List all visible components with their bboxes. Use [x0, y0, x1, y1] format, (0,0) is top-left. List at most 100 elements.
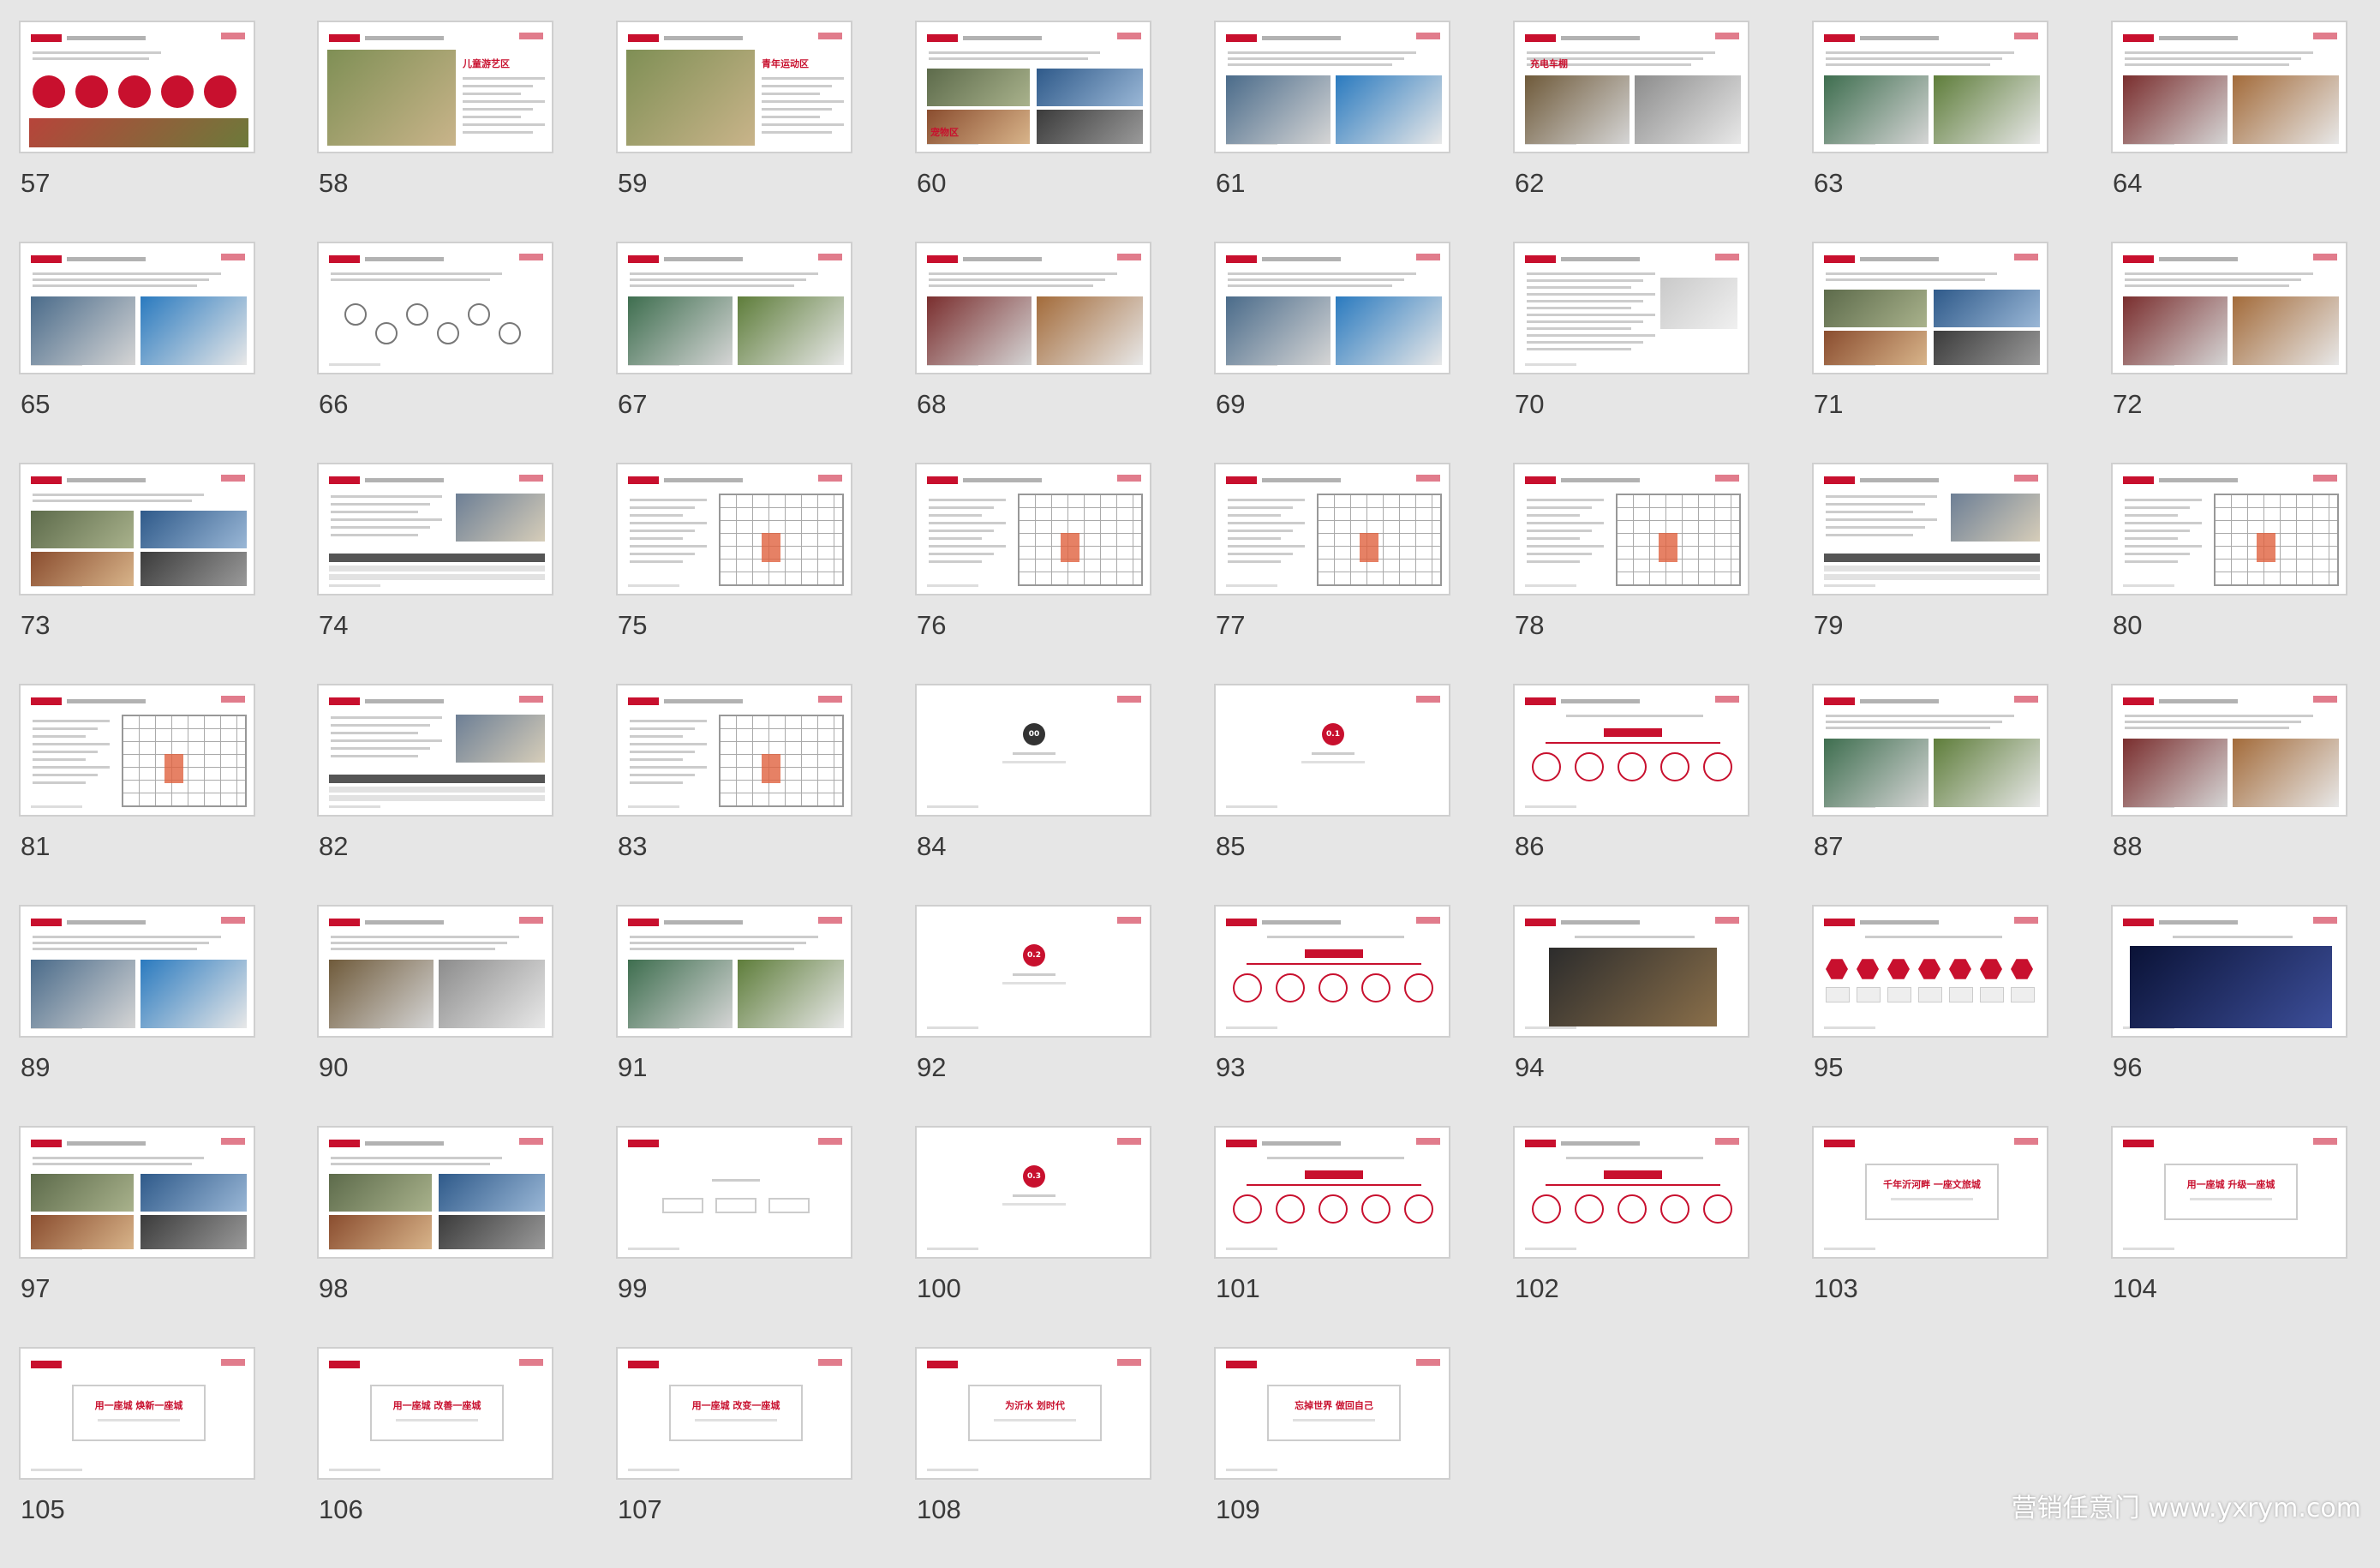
slide-cell[interactable]: 61 — [1214, 21, 1454, 242]
slide-thumbnail[interactable] — [616, 684, 852, 817]
slide-cell[interactable]: 81 — [19, 684, 259, 905]
slide-thumbnail[interactable] — [1812, 463, 2048, 595]
slide-cell[interactable]: 77 — [1214, 463, 1454, 684]
slide-thumbnail[interactable] — [317, 463, 553, 595]
slide-cell[interactable]: 102 — [1513, 1126, 1753, 1347]
slide-thumbnail[interactable]: 儿童游艺区 — [317, 21, 553, 153]
slide-thumbnail[interactable] — [2111, 242, 2347, 374]
slide-thumbnail[interactable] — [2111, 684, 2347, 817]
slide-thumbnail[interactable] — [1513, 684, 1749, 817]
slide-thumbnail[interactable] — [915, 463, 1151, 595]
slide-cell[interactable]: 为沂水 划时代 108 — [915, 1347, 1155, 1568]
slide-thumbnail[interactable]: 千年沂河畔 一座文旅城 — [1812, 1126, 2048, 1259]
slide-thumbnail[interactable] — [616, 463, 852, 595]
slide-cell[interactable]: 用一座城 改变一座城 107 — [616, 1347, 856, 1568]
slide-cell[interactable]: 75 — [616, 463, 856, 684]
slide-thumbnail[interactable]: 青年运动区 — [616, 21, 852, 153]
slide-thumbnail[interactable] — [19, 684, 255, 817]
slide-thumbnail[interactable] — [2111, 463, 2347, 595]
slide-thumbnail[interactable] — [19, 1126, 255, 1259]
slide-cell[interactable]: 80 — [2111, 463, 2351, 684]
slide-cell[interactable]: 0.3 100 — [915, 1126, 1155, 1347]
slide-cell[interactable]: 用一座城 升级一座城 104 — [2111, 1126, 2351, 1347]
slide-thumbnail[interactable] — [1513, 242, 1749, 374]
slide-cell[interactable]: 用一座城 改善一座城 106 — [317, 1347, 557, 1568]
slide-thumbnail[interactable]: 0.2 — [915, 905, 1151, 1038]
slide-cell[interactable]: 忘掉世界 做回自己 109 — [1214, 1347, 1454, 1568]
slide-cell[interactable]: 千年沂河畔 一座文旅城 103 — [1812, 1126, 2052, 1347]
slide-cell[interactable]: 86 — [1513, 684, 1753, 905]
slide-thumbnail[interactable] — [19, 905, 255, 1038]
slide-cell[interactable]: 68 — [915, 242, 1155, 463]
slide-thumbnail[interactable]: 00 — [915, 684, 1151, 817]
slide-thumbnail[interactable] — [1214, 242, 1450, 374]
slide-cell[interactable]: 88 — [2111, 684, 2351, 905]
slide-cell[interactable]: 0.1 85 — [1214, 684, 1454, 905]
slide-thumbnail[interactable] — [1214, 463, 1450, 595]
slide-thumbnail[interactable]: 用一座城 改变一座城 — [616, 1347, 852, 1480]
slide-thumbnail[interactable] — [317, 1126, 553, 1259]
slide-cell[interactable]: 82 — [317, 684, 557, 905]
slide-thumbnail[interactable] — [1812, 242, 2048, 374]
slide-thumbnail[interactable]: 忘掉世界 做回自己 — [1214, 1347, 1450, 1480]
slide-thumbnail[interactable] — [1214, 905, 1450, 1038]
slide-cell[interactable]: 76 — [915, 463, 1155, 684]
slide-thumbnail[interactable] — [1214, 21, 1450, 153]
slide-cell[interactable]: 94 — [1513, 905, 1753, 1126]
slide-cell[interactable]: 97 — [19, 1126, 259, 1347]
slide-thumbnail[interactable] — [1513, 463, 1749, 595]
slide-cell[interactable]: 96 — [2111, 905, 2351, 1126]
slide-cell[interactable]: 儿童游艺区 58 — [317, 21, 557, 242]
slide-thumbnail[interactable] — [2111, 21, 2347, 153]
slide-cell[interactable]: 74 — [317, 463, 557, 684]
slide-cell[interactable]: 98 — [317, 1126, 557, 1347]
slide-cell[interactable]: 93 — [1214, 905, 1454, 1126]
slide-thumbnail[interactable]: 用一座城 升级一座城 — [2111, 1126, 2347, 1259]
slide-cell[interactable]: 99 — [616, 1126, 856, 1347]
slide-cell[interactable]: 83 — [616, 684, 856, 905]
slide-cell[interactable]: 青年运动区 59 — [616, 21, 856, 242]
slide-cell[interactable]: 72 — [2111, 242, 2351, 463]
slide-thumbnail[interactable]: 宠物区 — [915, 21, 1151, 153]
slide-cell[interactable]: 宠物区 60 — [915, 21, 1155, 242]
slide-thumbnail[interactable] — [1214, 1126, 1450, 1259]
slide-thumbnail[interactable] — [317, 242, 553, 374]
slide-thumbnail[interactable] — [1812, 905, 2048, 1038]
slide-cell[interactable]: 87 — [1812, 684, 2052, 905]
slide-thumbnail[interactable] — [616, 1126, 852, 1259]
slide-thumbnail[interactable] — [1513, 905, 1749, 1038]
slide-thumbnail[interactable] — [19, 21, 255, 153]
slide-cell[interactable]: 用一座城 焕新一座城 105 — [19, 1347, 259, 1568]
slide-thumbnail[interactable] — [317, 684, 553, 817]
slide-cell[interactable]: 00 84 — [915, 684, 1155, 905]
slide-thumbnail[interactable]: 用一座城 改善一座城 — [317, 1347, 553, 1480]
slide-thumbnail[interactable]: 0.3 — [915, 1126, 1151, 1259]
slide-cell[interactable]: 78 — [1513, 463, 1753, 684]
slide-cell[interactable]: 63 — [1812, 21, 2052, 242]
slide-thumbnail[interactable] — [1812, 684, 2048, 817]
slide-cell[interactable]: 90 — [317, 905, 557, 1126]
slide-cell[interactable]: 91 — [616, 905, 856, 1126]
slide-cell[interactable]: 101 — [1214, 1126, 1454, 1347]
slide-thumbnail[interactable] — [1812, 21, 2048, 153]
slide-cell[interactable]: 71 — [1812, 242, 2052, 463]
slide-cell[interactable]: 95 — [1812, 905, 2052, 1126]
slide-cell[interactable]: 67 — [616, 242, 856, 463]
slide-cell[interactable]: 65 — [19, 242, 259, 463]
slide-cell[interactable]: 89 — [19, 905, 259, 1126]
slide-thumbnail[interactable] — [1513, 1126, 1749, 1259]
slide-thumbnail[interactable]: 用一座城 焕新一座城 — [19, 1347, 255, 1480]
slide-thumbnail[interactable] — [317, 905, 553, 1038]
slide-cell[interactable]: 0.2 92 — [915, 905, 1155, 1126]
slide-thumbnail[interactable] — [19, 242, 255, 374]
slide-thumbnail[interactable] — [616, 905, 852, 1038]
slide-thumbnail[interactable]: 0.1 — [1214, 684, 1450, 817]
slide-thumbnail[interactable] — [19, 463, 255, 595]
slide-cell[interactable]: 57 — [19, 21, 259, 242]
slide-cell[interactable]: 70 — [1513, 242, 1753, 463]
slide-cell[interactable]: 64 — [2111, 21, 2351, 242]
slide-thumbnail[interactable] — [2111, 905, 2347, 1038]
slide-thumbnail[interactable] — [616, 242, 852, 374]
slide-cell[interactable]: 66 — [317, 242, 557, 463]
slide-cell[interactable]: 69 — [1214, 242, 1454, 463]
